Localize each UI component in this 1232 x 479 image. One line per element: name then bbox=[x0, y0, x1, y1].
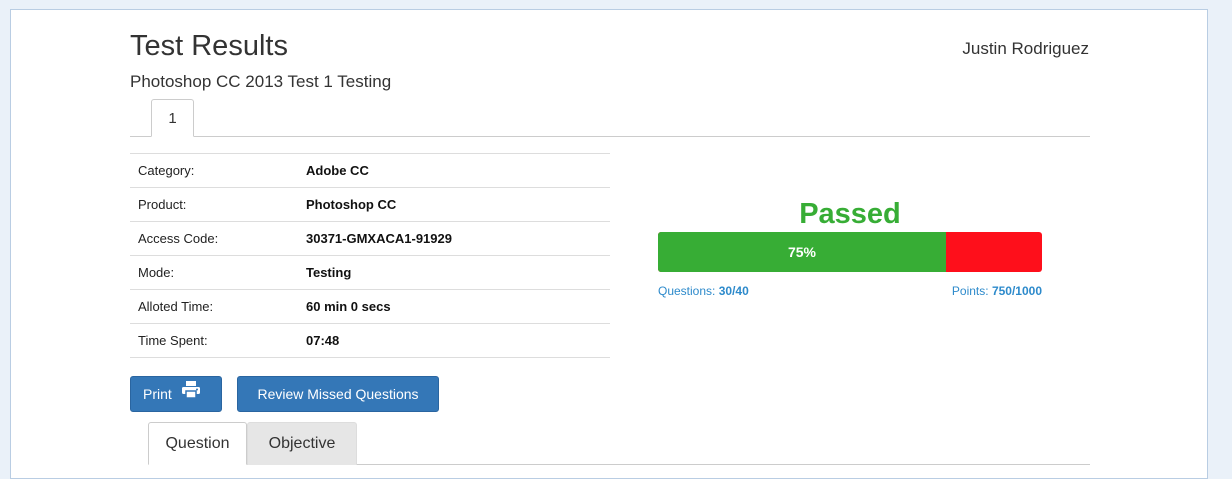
score-percent: 75% bbox=[787, 244, 817, 260]
info-label-time-spent: Time Spent: bbox=[138, 333, 208, 348]
info-label-product: Product: bbox=[138, 197, 187, 212]
test-subtitle: Photoshop CC 2013 Test 1 Testing bbox=[130, 72, 392, 91]
questions-stat: Questions: 30/40 bbox=[658, 284, 749, 298]
info-label-category: Category: bbox=[138, 163, 195, 178]
info-label-mode: Mode: bbox=[138, 265, 175, 280]
table-row: Category: Adobe CC bbox=[130, 153, 610, 188]
table-row: Access Code: 30371-GMXACA1-91929 bbox=[130, 221, 610, 256]
info-value-time-spent: 07:48 bbox=[306, 333, 340, 348]
points-stat: Points: 750/1000 bbox=[952, 284, 1042, 298]
points-label: Points: bbox=[951, 284, 989, 298]
tab-question[interactable]: Question bbox=[148, 422, 247, 465]
points-value: 750/1000 bbox=[991, 284, 1042, 298]
info-value-product: Photoshop CC bbox=[306, 197, 397, 212]
table-row: Time Spent: 07:48 bbox=[130, 323, 610, 358]
table-row: Alloted Time: 60 min 0 secs bbox=[130, 289, 610, 324]
user-name: Justin Rodriguez bbox=[962, 39, 1089, 58]
score-progress-bar: 75% bbox=[658, 232, 1042, 272]
test-info-table: Category: Adobe CC Product: Photoshop CC… bbox=[130, 153, 610, 358]
pass-status: Passed bbox=[799, 198, 901, 230]
review-missed-questions-button[interactable]: Review Missed Questions bbox=[237, 376, 439, 412]
info-label-access-code: Access Code: bbox=[138, 231, 219, 246]
tab-attempt-1[interactable]: 1 bbox=[151, 99, 194, 137]
page-title: Test Results bbox=[130, 30, 288, 62]
table-row: Product: Photoshop CC bbox=[130, 187, 610, 222]
tab-objective[interactable]: Objective bbox=[247, 422, 357, 465]
info-value-category: Adobe CC bbox=[306, 163, 369, 178]
attempt-tabs: 1 bbox=[130, 99, 1090, 137]
info-value-alloted-time: 60 min 0 secs bbox=[306, 299, 391, 314]
detail-tabs: Question Objective bbox=[148, 422, 1090, 465]
info-value-mode: Testing bbox=[306, 265, 352, 280]
results-panel: Test Results Justin Rodriguez Photoshop … bbox=[10, 9, 1208, 479]
questions-label: Questions: bbox=[658, 284, 716, 298]
table-row: Mode: Testing bbox=[130, 255, 610, 290]
print-button[interactable]: Print bbox=[130, 376, 222, 412]
printer-icon bbox=[181, 376, 200, 410]
questions-value: 30/40 bbox=[718, 284, 749, 298]
score-stats: Questions: 30/40 Points: 750/1000 bbox=[658, 284, 1042, 304]
print-button-label: Print bbox=[143, 386, 172, 402]
info-label-alloted-time: Alloted Time: bbox=[138, 299, 214, 314]
result-summary: Passed 75% Questions: 30/40 Points: 750/… bbox=[658, 196, 1042, 304]
info-value-access-code: 30371-GMXACA1-91929 bbox=[306, 231, 452, 246]
